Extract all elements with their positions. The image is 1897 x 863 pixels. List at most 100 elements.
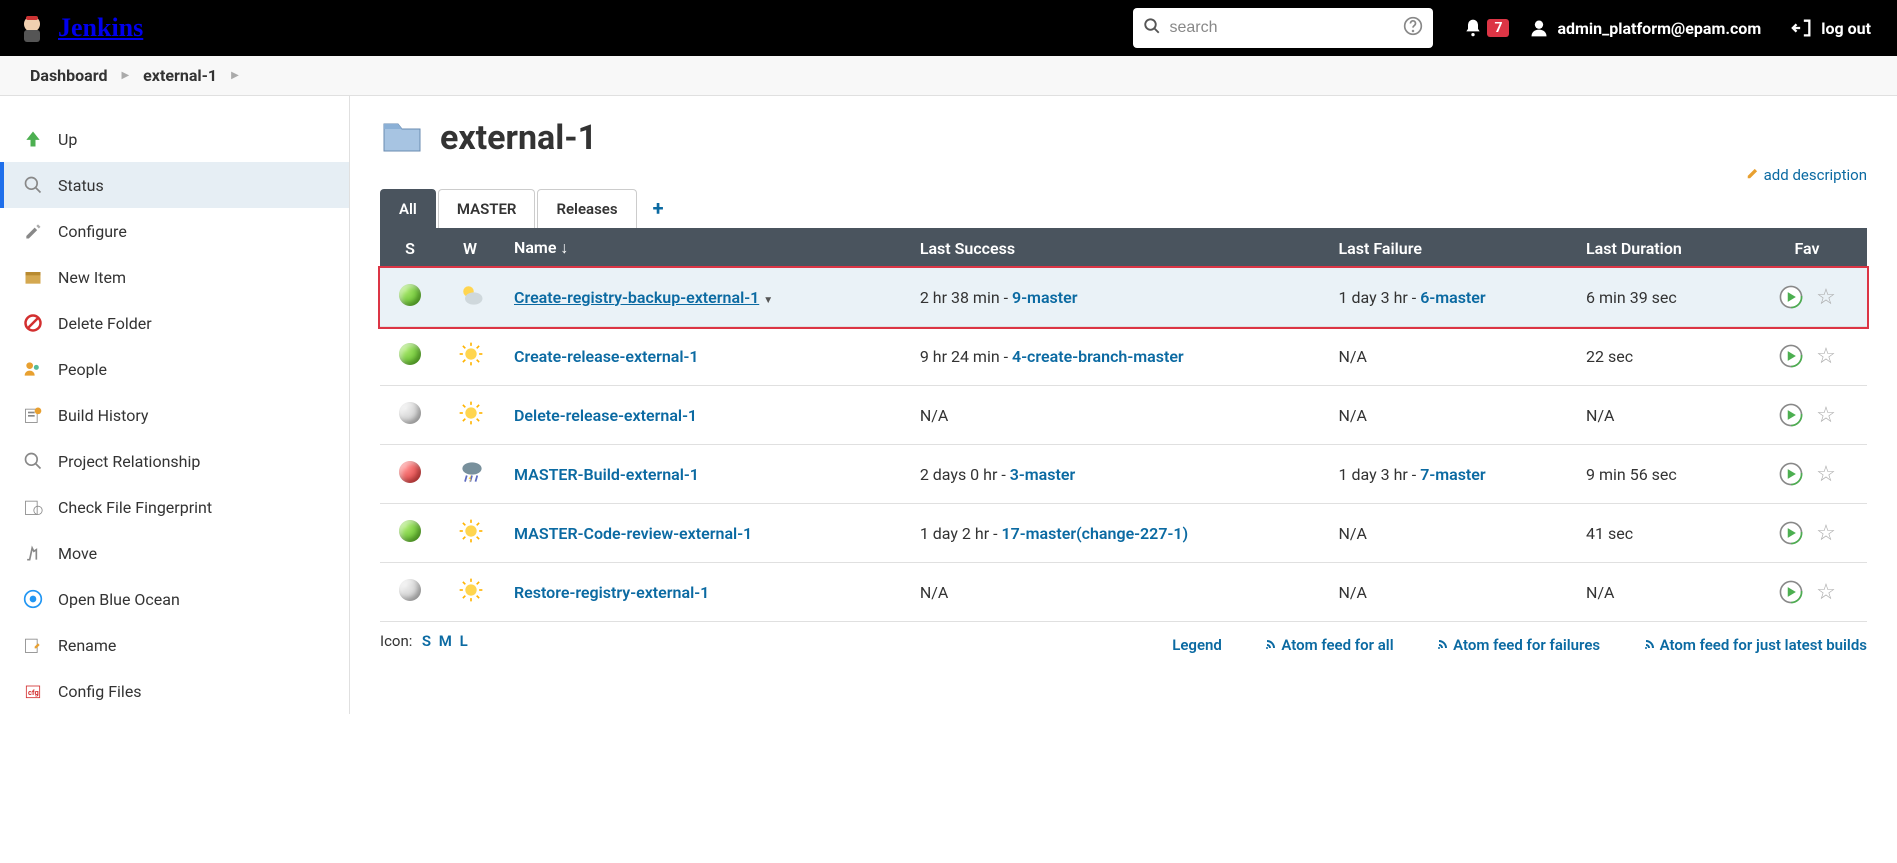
sidebar-item-relationship[interactable]: Project Relationship [0, 438, 349, 484]
job-link[interactable]: MASTER-Code-review-external-1 [514, 524, 752, 543]
status-ball-icon[interactable] [399, 461, 421, 483]
status-ball-icon[interactable] [399, 343, 421, 365]
logo-link[interactable]: Jenkins [16, 12, 143, 44]
weather-icon[interactable] [458, 577, 482, 601]
job-link[interactable]: MASTER-Build-external-1 [514, 465, 699, 484]
legend-link[interactable]: Legend [1172, 636, 1222, 654]
sidebar-item-history[interactable]: Build History [0, 392, 349, 438]
col-status[interactable]: S [380, 228, 440, 268]
weather-icon[interactable] [458, 459, 482, 483]
add-description-link[interactable]: add description [1746, 166, 1867, 184]
last-success-cell: 1 day 2 hr - 17-master(change-227-1) [906, 504, 1325, 563]
sidebar-item-people[interactable]: People [0, 346, 349, 392]
col-duration[interactable]: Last Duration [1572, 228, 1747, 268]
col-success[interactable]: Last Success [906, 228, 1325, 268]
schedule-build-button[interactable] [1778, 579, 1804, 605]
col-name[interactable]: Name ↓ [500, 228, 906, 268]
schedule-build-button[interactable] [1778, 402, 1804, 428]
status-ball-icon[interactable] [399, 402, 421, 424]
col-fav[interactable]: Fav [1747, 228, 1867, 268]
table-row: Restore-registry-external-1N/AN/AN/A☆ [380, 563, 1867, 622]
sidebar-item-delete[interactable]: Delete Folder [0, 300, 349, 346]
up-icon [22, 128, 44, 150]
favorite-toggle[interactable]: ☆ [1816, 403, 1836, 428]
jenkins-logo-icon [16, 12, 48, 44]
chevron-down-icon[interactable]: ▼ [763, 295, 773, 306]
notifications-button[interactable]: 7 [1463, 18, 1509, 38]
job-link[interactable]: Restore-registry-external-1 [514, 583, 709, 602]
last-success-cell: N/A [906, 563, 1325, 622]
sidebar-item-label: Status [58, 176, 104, 195]
search-box[interactable] [1133, 8, 1433, 48]
sidebar-item-up[interactable]: Up [0, 116, 349, 162]
status-ball-icon[interactable] [399, 520, 421, 542]
schedule-build-button[interactable] [1778, 284, 1804, 310]
col-weather[interactable]: W [440, 228, 500, 268]
last-duration-cell: N/A [1572, 563, 1747, 622]
weather-icon[interactable] [458, 400, 482, 424]
move-icon [22, 542, 44, 564]
schedule-build-button[interactable] [1778, 343, 1804, 369]
sidebar-item-configure[interactable]: Configure [0, 208, 349, 254]
tab-all[interactable]: All [380, 189, 436, 228]
sidebar-item-new-item[interactable]: New Item [0, 254, 349, 300]
icon-size-m[interactable]: M [439, 632, 452, 650]
build-link[interactable]: 7-master [1420, 465, 1485, 484]
breadcrumb-dashboard[interactable]: Dashboard [30, 66, 107, 85]
sidebar-item-rename[interactable]: Rename [0, 622, 349, 668]
sidebar-item-fingerprint[interactable]: Check File Fingerprint [0, 484, 349, 530]
tab-master[interactable]: MASTER [438, 189, 536, 228]
weather-icon[interactable] [458, 282, 482, 306]
sidebar-item-label: New Item [58, 268, 126, 287]
table-row: MASTER-Code-review-external-1 1 day 2 hr … [380, 504, 1867, 563]
feed-all-link[interactable]: Atom feed for all [1265, 636, 1393, 654]
weather-icon[interactable] [458, 518, 482, 542]
last-duration-cell: 41 sec [1572, 504, 1747, 563]
tab-releases[interactable]: Releases [537, 189, 636, 228]
job-link[interactable]: Create-registry-backup-external-1 [514, 288, 759, 307]
favorite-toggle[interactable]: ☆ [1816, 344, 1836, 369]
feed-latest-link[interactable]: Atom feed for just latest builds [1644, 636, 1867, 654]
schedule-build-button[interactable] [1778, 461, 1804, 487]
build-link[interactable]: 3-master [1010, 465, 1075, 484]
last-failure-cell: N/A [1325, 563, 1573, 622]
last-duration-cell: 6 min 39 sec [1572, 268, 1747, 327]
icon-size-label: Icon: [380, 632, 412, 650]
job-link[interactable]: Delete-release-external-1 [514, 406, 697, 425]
sidebar-item-config-files[interactable]: cfgConfig Files [0, 668, 349, 714]
build-link[interactable]: 9-master [1012, 288, 1077, 307]
logout-link[interactable]: log out [1791, 17, 1871, 39]
icon-size-l[interactable]: L [460, 632, 468, 650]
user-link[interactable]: admin_platform@epam.com [1529, 18, 1761, 38]
build-link[interactable]: 17-master(change-227-1) [1001, 524, 1188, 543]
weather-icon[interactable] [458, 341, 482, 365]
delete-icon [22, 312, 44, 334]
schedule-build-button[interactable] [1778, 520, 1804, 546]
add-tab-button[interactable]: + [639, 188, 678, 228]
status-ball-icon[interactable] [399, 579, 421, 601]
col-failure[interactable]: Last Failure [1325, 228, 1573, 268]
sidebar-item-blue-ocean[interactable]: Open Blue Ocean [0, 576, 349, 622]
search-input[interactable] [1169, 19, 1395, 37]
sidebar-item-move[interactable]: Move [0, 530, 349, 576]
build-link[interactable]: 6-master [1420, 288, 1485, 307]
help-icon[interactable] [1403, 16, 1423, 40]
favorite-toggle[interactable]: ☆ [1816, 462, 1836, 487]
icon-size-s[interactable]: S [422, 632, 431, 650]
feed-failures-link[interactable]: Atom feed for failures [1437, 636, 1600, 654]
breadcrumb-folder[interactable]: external-1 [143, 66, 217, 85]
job-link[interactable]: Create-release-external-1 [514, 347, 699, 366]
last-failure-cell: N/A [1325, 386, 1573, 445]
rss-icon [1644, 636, 1656, 654]
sidebar-item-status[interactable]: Status [0, 162, 349, 208]
sidebar-item-label: Rename [58, 636, 116, 655]
favorite-toggle[interactable]: ☆ [1816, 285, 1836, 310]
search-icon [1143, 17, 1161, 39]
jobs-table: S W Name ↓ Last Success Last Failure Las… [380, 228, 1867, 622]
configure-icon [22, 220, 44, 242]
status-ball-icon[interactable] [399, 284, 421, 306]
build-link[interactable]: 4-create-branch-master [1012, 347, 1184, 366]
favorite-toggle[interactable]: ☆ [1816, 521, 1836, 546]
fingerprint-icon [22, 496, 44, 518]
favorite-toggle[interactable]: ☆ [1816, 580, 1836, 605]
